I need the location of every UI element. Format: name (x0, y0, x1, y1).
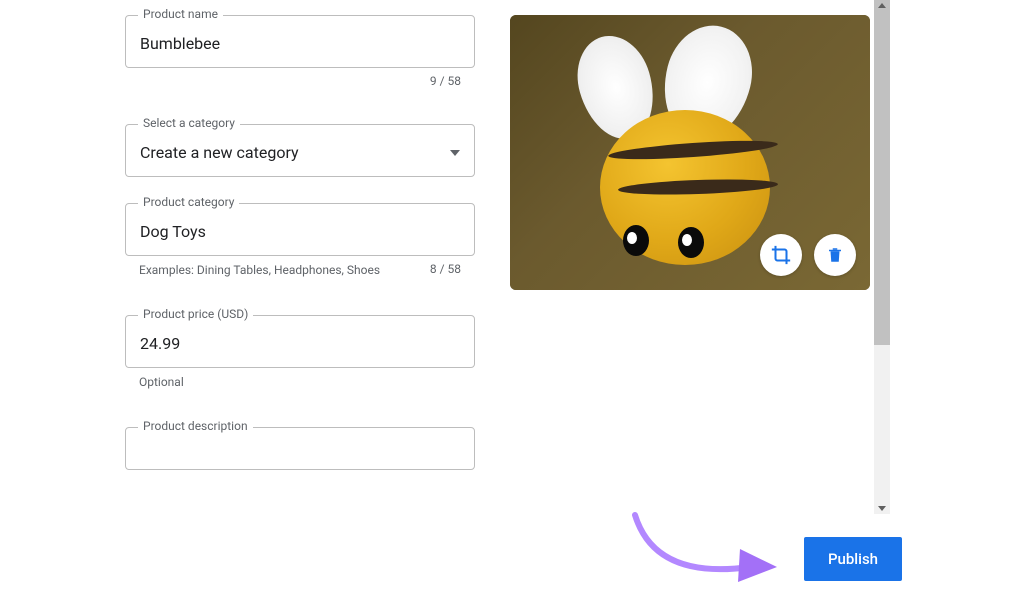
delete-button[interactable] (814, 234, 856, 276)
product-category-field[interactable]: Product category (125, 203, 475, 256)
product-category-input[interactable] (140, 222, 460, 241)
category-select-group: Select a category Create a new category (125, 124, 475, 177)
product-category-counter: 8 / 58 (415, 262, 461, 279)
category-select-field[interactable]: Select a category Create a new category (125, 124, 475, 177)
product-price-label: Product price (USD) (138, 307, 253, 321)
product-price-helper: Optional (125, 368, 475, 391)
product-category-group: Product category Examples: Dining Tables… (125, 203, 475, 279)
crop-button[interactable] (760, 234, 802, 276)
form-fields-column: Product name 9 / 58 Select a category Cr… (125, 15, 475, 514)
product-price-field[interactable]: Product price (USD) (125, 315, 475, 368)
product-name-counter: 9 / 58 (415, 74, 461, 88)
annotation-arrow (625, 505, 795, 590)
category-select-label: Select a category (138, 116, 240, 130)
image-column (510, 15, 870, 514)
scrollbar-thumb[interactable] (874, 0, 890, 345)
product-category-label: Product category (138, 195, 239, 209)
trash-icon (826, 245, 844, 265)
product-image-preview (510, 15, 870, 290)
scroll-down-icon (878, 506, 886, 511)
category-select-value: Create a new category (140, 143, 450, 162)
footer: Publish (804, 537, 902, 581)
product-price-group: Product price (USD) Optional (125, 315, 475, 391)
product-description-label: Product description (138, 419, 253, 433)
scrollbar[interactable] (874, 0, 890, 514)
scroll-up-icon (878, 3, 886, 8)
image-actions (760, 234, 856, 276)
product-description-input[interactable] (140, 446, 460, 465)
product-name-field[interactable]: Product name (125, 15, 475, 68)
publish-button[interactable]: Publish (804, 537, 902, 581)
product-category-helper-text: Examples: Dining Tables, Headphones, Sho… (139, 262, 415, 279)
product-name-input[interactable] (140, 34, 460, 53)
product-category-helper: Examples: Dining Tables, Headphones, Sho… (125, 256, 475, 279)
product-name-helper: 9 / 58 (125, 68, 475, 88)
product-description-group: Product description (125, 427, 475, 470)
main-form: Product name 9 / 58 Select a category Cr… (0, 0, 1010, 514)
crop-icon (770, 244, 792, 266)
product-name-label: Product name (138, 7, 223, 21)
product-name-group: Product name 9 / 58 (125, 15, 475, 88)
product-description-field[interactable]: Product description (125, 427, 475, 470)
chevron-down-icon (450, 150, 460, 156)
product-price-helper-text: Optional (139, 374, 461, 391)
product-price-input[interactable] (140, 334, 460, 353)
